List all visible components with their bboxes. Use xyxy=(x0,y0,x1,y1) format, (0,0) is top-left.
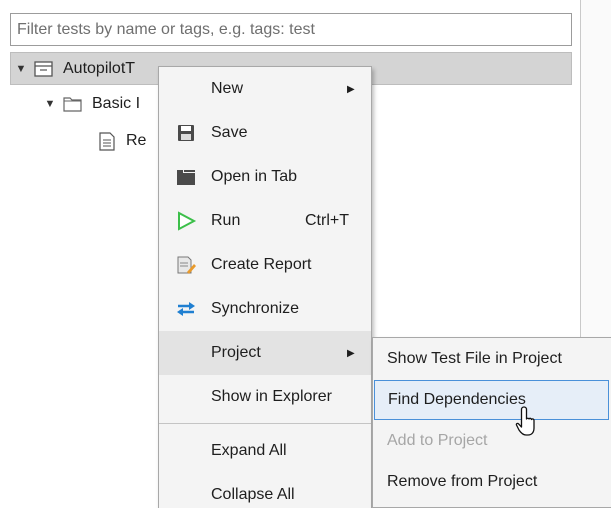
menu-item-label: Run xyxy=(211,212,241,229)
submenu-item-label: Find Dependencies xyxy=(388,391,526,408)
context-menu: New ▶ Save Open in Tab Run Ctrl+T Create… xyxy=(158,66,372,508)
menu-item-synchronize[interactable]: Synchronize xyxy=(159,287,371,331)
tree-item-test[interactable]: Re xyxy=(96,124,146,158)
test-browser-panel: ▼ AutopilotT ▼ Basic I xyxy=(0,0,611,508)
test-file-icon xyxy=(33,59,55,79)
save-icon xyxy=(175,123,197,143)
menu-item-show-in-explorer[interactable]: Show in Explorer xyxy=(159,375,371,419)
submenu-item-find-dependencies[interactable]: Find Dependencies xyxy=(374,380,609,420)
mouse-pointer-icon xyxy=(515,406,535,436)
submenu-arrow-icon: ▶ xyxy=(347,347,355,359)
submenu-item-add-to-project: Add to Project xyxy=(373,421,611,461)
menu-item-run[interactable]: Run Ctrl+T xyxy=(159,199,371,243)
menu-item-label: Save xyxy=(211,124,248,141)
tree-item-suite[interactable]: ▼ Basic I xyxy=(42,87,140,121)
tree-item-label: Basic I xyxy=(92,95,141,112)
tree-item-label: Re xyxy=(126,132,147,149)
filter-input[interactable] xyxy=(10,13,572,46)
submenu-item-label: Show Test File in Project xyxy=(387,350,562,367)
submenu-arrow-icon: ▶ xyxy=(347,83,355,95)
open-tab-icon xyxy=(175,167,197,187)
menu-separator xyxy=(159,423,371,424)
submenu-item-show-test-file-in-project[interactable]: Show Test File in Project xyxy=(373,339,611,379)
menu-item-label: Show in Explorer xyxy=(211,388,332,405)
menu-item-label: Open in Tab xyxy=(211,168,297,185)
report-icon xyxy=(175,255,197,275)
menu-item-label: Synchronize xyxy=(211,300,300,317)
menu-item-collapse-all[interactable]: Collapse All xyxy=(159,473,371,508)
menu-item-label: New xyxy=(211,80,244,97)
menu-item-new[interactable]: New ▶ xyxy=(159,67,371,111)
menu-item-label: Create Report xyxy=(211,256,312,273)
submenu-item-remove-from-project[interactable]: Remove from Project xyxy=(373,462,611,502)
menu-item-expand-all[interactable]: Expand All xyxy=(159,429,371,473)
menu-item-save[interactable]: Save xyxy=(159,111,371,155)
submenu-item-label: Add to Project xyxy=(387,432,488,449)
menu-item-create-report[interactable]: Create Report xyxy=(159,243,371,287)
menu-item-label: Expand All xyxy=(211,442,287,459)
submenu-item-label: Remove from Project xyxy=(387,473,538,490)
expand-caret-icon[interactable]: ▼ xyxy=(13,63,29,75)
document-icon xyxy=(96,131,118,151)
tree-item-label: AutopilotT xyxy=(63,59,136,77)
menu-item-open-in-tab[interactable]: Open in Tab xyxy=(159,155,371,199)
folder-icon xyxy=(62,94,84,114)
project-submenu: Show Test File in Project Find Dependenc… xyxy=(372,337,611,508)
menu-item-project[interactable]: Project ▶ xyxy=(159,331,371,375)
menu-item-shortcut: Ctrl+T xyxy=(305,212,349,229)
menu-item-label: Project xyxy=(211,344,261,361)
run-icon xyxy=(175,211,197,231)
synchronize-icon xyxy=(175,299,197,319)
menu-item-label: Collapse All xyxy=(211,486,295,503)
expand-caret-icon[interactable]: ▼ xyxy=(42,98,58,110)
